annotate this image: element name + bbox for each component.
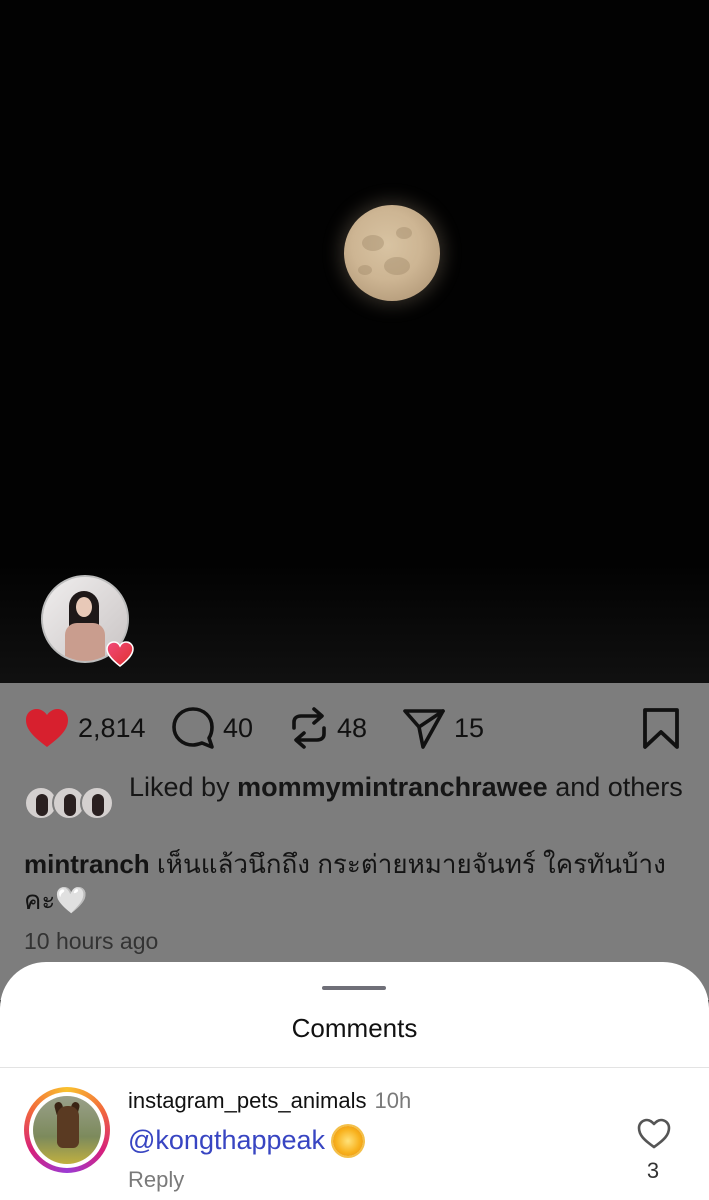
liked-by-text: Liked by mommymintranchrawee and others bbox=[129, 772, 683, 802]
comment-time: 10h bbox=[374, 1088, 412, 1113]
repost-button[interactable]: 48 bbox=[289, 700, 367, 756]
liker-avatar bbox=[80, 786, 114, 820]
commenter-avatar[interactable] bbox=[24, 1087, 110, 1173]
moon bbox=[344, 205, 440, 301]
heart-filled-icon bbox=[26, 709, 68, 747]
divider bbox=[0, 1067, 709, 1068]
post-caption: mintranch เห็นแล้วนึกถึง กระต่ายหมายจันท… bbox=[24, 846, 694, 918]
save-button[interactable] bbox=[641, 700, 681, 756]
share-count: 15 bbox=[454, 712, 485, 743]
commenter-username[interactable]: instagram_pets_animals bbox=[128, 1088, 366, 1113]
repost-count: 48 bbox=[337, 712, 368, 743]
sheet-title: Comments bbox=[291, 1013, 418, 1043]
sheet-drag-handle[interactable] bbox=[322, 986, 386, 990]
share-button[interactable]: 15 bbox=[402, 700, 484, 756]
sun-emoji-icon bbox=[333, 1125, 364, 1156]
heart-badge-icon bbox=[106, 641, 134, 667]
speech-bubble-icon bbox=[172, 707, 214, 749]
liked-by-row[interactable]: Liked by mommymintranchrawee and others bbox=[24, 772, 704, 838]
comment-like-count: 3 bbox=[646, 1158, 660, 1183]
caption-author[interactable]: mintranch bbox=[24, 849, 150, 879]
like-count: 2,814 bbox=[78, 712, 146, 743]
comment-count: 40 bbox=[223, 712, 254, 743]
post-actions: 2,814 40 48 15 bbox=[0, 700, 709, 756]
liked-by-user[interactable]: mommymintranchrawee bbox=[237, 772, 548, 802]
like-button[interactable]: 2,814 bbox=[24, 700, 146, 756]
reply-button[interactable]: Reply bbox=[128, 1167, 184, 1193]
comment-like-heart-icon[interactable] bbox=[636, 1117, 672, 1149]
comment-button[interactable]: 40 bbox=[171, 700, 253, 756]
paper-plane-icon bbox=[403, 709, 445, 749]
bookmark-icon bbox=[643, 708, 679, 749]
comment-mention[interactable]: @kongthappeak bbox=[128, 1125, 325, 1156]
post-timestamp: 10 hours ago bbox=[24, 928, 159, 954]
comment-text: @kongthappeak bbox=[128, 1125, 364, 1156]
comments-sheet: Comments instagram_pets_animals 10h @kong… bbox=[0, 962, 709, 1200]
repost-icon bbox=[292, 707, 326, 749]
comment-header: instagram_pets_animals 10h bbox=[128, 1088, 411, 1114]
